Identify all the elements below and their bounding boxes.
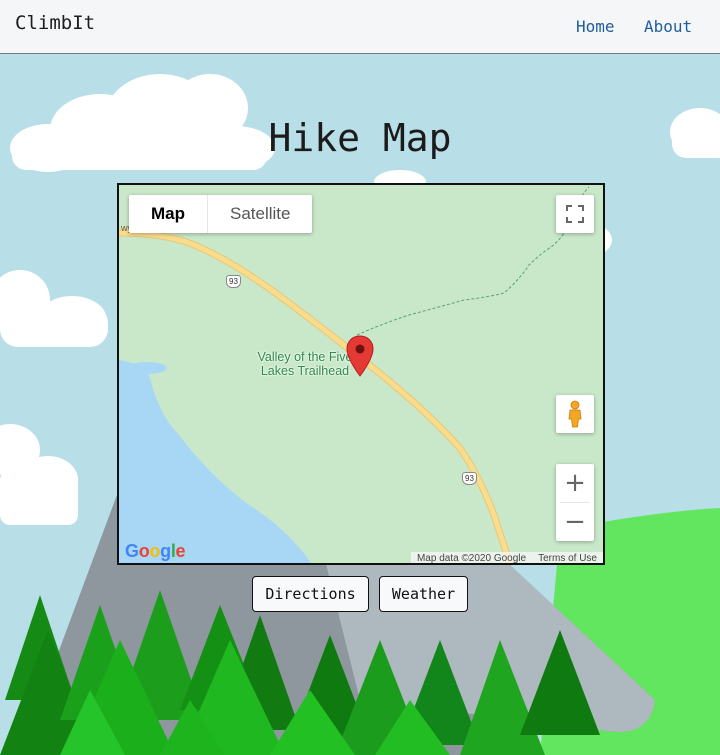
map-marker-icon[interactable] — [346, 335, 374, 377]
zoom-in-button[interactable]: + — [556, 464, 594, 502]
fullscreen-button[interactable] — [556, 195, 594, 233]
pegman-icon — [568, 400, 582, 428]
map-type-satellite-button[interactable]: Satellite — [208, 195, 312, 233]
map-data-text: Map data ©2020 Google — [416, 553, 527, 564]
map-attribution: Map data ©2020 Google Terms of Use — [410, 552, 603, 564]
weather-button[interactable]: Weather — [379, 576, 468, 612]
zoom-control: + − — [556, 464, 594, 541]
nav-link-home[interactable]: Home — [576, 17, 615, 36]
directions-button[interactable]: Directions — [252, 576, 369, 612]
zoom-out-button[interactable]: − — [556, 503, 594, 541]
top-navbar: ClimbIt Home About — [0, 0, 720, 54]
brand-logo[interactable]: ClimbIt — [15, 12, 95, 34]
map-type-control: Map Satellite — [129, 195, 313, 233]
highway-shield: 93 — [226, 275, 241, 288]
highway-shield: 93 — [462, 472, 477, 485]
map-widget[interactable]: wy Map Satellite 93 93 Valley of the Fiv… — [117, 183, 605, 565]
fullscreen-icon — [566, 205, 584, 223]
google-logo: Google — [125, 541, 186, 561]
street-view-button[interactable] — [556, 395, 594, 433]
page-title: Hike Map — [268, 116, 452, 160]
nav-link-about[interactable]: About — [644, 17, 692, 36]
terms-of-use-link[interactable]: Terms of Use — [538, 552, 597, 563]
map-type-map-button[interactable]: Map — [129, 195, 208, 233]
